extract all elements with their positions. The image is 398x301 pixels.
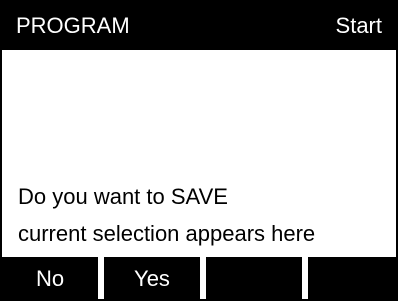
current-selection-text: current selection appears here bbox=[18, 221, 316, 246]
softkey-3[interactable] bbox=[206, 257, 302, 299]
softkey-yes[interactable]: Yes bbox=[104, 257, 200, 299]
status-label: Start bbox=[335, 13, 382, 38]
save-prompt: Do you want to SAVE bbox=[18, 184, 228, 209]
softkey-no[interactable]: No bbox=[2, 257, 98, 299]
menu-title: PROGRAM bbox=[16, 13, 130, 38]
softkey-4[interactable] bbox=[308, 257, 396, 299]
softkey-bar: No Yes bbox=[2, 257, 396, 299]
title-bar: PROGRAM Start bbox=[2, 2, 396, 50]
device-screen: PROGRAM Start Do you want to SAVE curren… bbox=[0, 0, 398, 301]
